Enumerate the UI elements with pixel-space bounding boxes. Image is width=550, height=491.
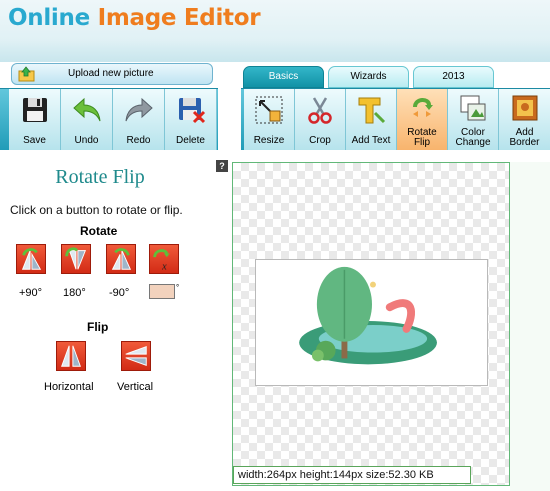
color-change-icon (460, 95, 486, 121)
save-button[interactable]: Save (9, 89, 61, 150)
resize-label: Resize (253, 135, 285, 146)
upload-label: Upload new picture (68, 68, 154, 79)
rotate-180-button[interactable] (61, 244, 91, 274)
rotate-heading: Rotate (80, 224, 118, 238)
undo-arrow-icon (72, 97, 100, 122)
image-illustration (299, 266, 437, 365)
add-border-button[interactable]: Add Border (499, 89, 550, 150)
flip-vertical-icon (125, 346, 147, 366)
delete-icon (178, 98, 205, 124)
flip-vertical-label: Vertical (117, 381, 154, 393)
help-icon[interactable]: ? (216, 160, 228, 172)
degree-symbol: ° (176, 283, 180, 292)
rotate-flip-icon (413, 98, 433, 117)
rotate-plus-90-button[interactable] (16, 244, 46, 274)
rotate-ccw-icon (111, 248, 132, 270)
rotate-180-icon (65, 247, 87, 270)
header-gradient (0, 40, 550, 62)
undo-label: Undo (74, 135, 99, 146)
flip-heading: Flip (87, 320, 109, 334)
crop-label: Crop (309, 135, 331, 146)
crop-button[interactable]: Crop (295, 89, 346, 150)
upload-new-picture-button[interactable]: Upload new picture (11, 63, 213, 85)
delete-label: Delete (176, 135, 205, 146)
app-logo: Online Image Editor (8, 5, 261, 31)
save-label: Save (23, 135, 46, 146)
image-info-status: width:264px height:144px size:52.30 KB (233, 466, 471, 484)
add-text-button[interactable]: Add Text (346, 89, 397, 150)
flip-horizontal-label: Horizontal (44, 381, 94, 393)
rotate-cw-icon (21, 248, 42, 270)
tab-2013[interactable]: 2013 (413, 66, 494, 88)
edit-toolbar: Save Undo Redo Delete (0, 88, 218, 150)
color-change-button[interactable]: Color Change (448, 89, 499, 150)
color-change-label-line2: Change (455, 137, 491, 148)
app-header: Online Image Editor (0, 0, 550, 62)
tools-toolbar: Resize Crop Add Text Rotate Flip Color C… (241, 88, 550, 150)
redo-label: Redo (126, 135, 151, 146)
custom-angle-input[interactable] (149, 284, 175, 299)
redo-arrow-icon (125, 97, 153, 122)
undo-button[interactable]: Undo (61, 89, 113, 150)
floppy-disk-icon (22, 98, 47, 122)
rotate-180-label: 180° (63, 287, 86, 299)
rotate-flip-label-line2: Flip (413, 137, 431, 148)
add-text-label: Add Text (351, 135, 391, 146)
tab-wizards[interactable]: Wizards (328, 66, 409, 88)
scissors-icon (308, 97, 332, 124)
rotate-custom-icon: x (153, 249, 170, 272)
redo-button[interactable]: Redo (113, 89, 165, 150)
text-t-icon (358, 97, 386, 124)
svg-text:x: x (161, 261, 167, 272)
add-border-label-line2: Border (509, 137, 540, 148)
flip-horizontal-button[interactable] (56, 341, 86, 371)
rotate-plus-90-label: +90° (19, 287, 43, 299)
canvas-margin (510, 162, 550, 491)
logo-text-online: Online (8, 5, 98, 31)
upload-icon (18, 66, 35, 82)
rotate-flip-button[interactable]: Rotate Flip (397, 89, 448, 150)
flip-vertical-button[interactable] (121, 341, 151, 371)
rotate-minus-90-button[interactable] (106, 244, 136, 274)
resize-icon (255, 96, 283, 124)
image-canvas[interactable] (232, 162, 510, 486)
logo-text-editor: Image Editor (97, 5, 261, 31)
border-icon (512, 95, 537, 121)
panel-title: Rotate Flip (55, 166, 145, 188)
panel-instruction: Click on a button to rotate or flip. (10, 203, 183, 217)
edited-image[interactable] (255, 259, 488, 386)
tab-basics[interactable]: Basics (243, 66, 324, 88)
rotate-minus-90-label: -90° (109, 287, 130, 299)
delete-button[interactable]: Delete (165, 89, 217, 150)
flip-horizontal-icon (61, 345, 81, 367)
resize-button[interactable]: Resize (244, 89, 295, 150)
rotate-custom-button[interactable]: x (149, 244, 179, 274)
